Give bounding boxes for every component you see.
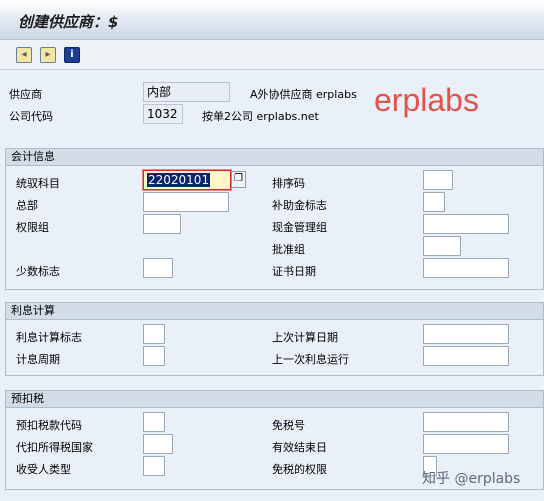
interest-cycle-label: 计息周期 [16,353,60,366]
subsidy-indicator-field[interactable] [423,192,445,212]
sort-key-label: 排序码 [272,177,305,190]
authorization-group-field[interactable] [143,214,181,234]
recipient-type-field[interactable] [143,456,165,476]
footer-watermark: 知乎 @erplabs [422,471,521,487]
withholding-code-field[interactable] [143,412,165,432]
head-office-field[interactable] [143,192,229,212]
minority-indicator-field[interactable] [143,258,173,278]
recon-account-field[interactable]: 22020101 [142,169,232,191]
interest-cycle-field[interactable] [143,346,165,366]
certification-date-field[interactable] [423,258,509,278]
accounting-group-title: 会计信息 [6,149,543,166]
recipient-type-label: 收受人类型 [16,463,71,476]
last-calc-date-field[interactable] [423,324,509,344]
page-title: 创建供应商：$ [18,13,119,31]
watermark-logo: erplabs [374,82,479,118]
company-code-description: 按单2公司 erplabs.net [202,110,319,123]
info-icon[interactable]: i [64,47,80,63]
withholding-code-label: 预扣税款代码 [16,419,82,432]
last-interest-run-field[interactable] [423,346,509,366]
withholding-country-label: 代扣所得税国家 [16,441,93,454]
exemption-authority-label: 免税的权限 [272,463,327,476]
certification-date-label: 证书日期 [272,265,316,278]
authorization-group-label: 权限组 [16,221,49,234]
recon-account-label: 统驭科目 [16,177,60,190]
sort-key-field[interactable] [423,170,453,190]
last-calc-date-label: 上次计算日期 [272,331,338,344]
interest-group-title: 利息计算 [6,303,543,320]
valid-until-label: 有效结束日 [272,441,327,454]
application-toolbar: ◂ ▸ i [0,40,544,70]
value-help-icon[interactable]: ❐ [231,171,246,188]
release-group-label: 批准组 [272,243,305,256]
exemption-number-label: 免税号 [272,419,305,432]
interest-indicator-field[interactable] [143,324,165,344]
last-interest-run-label: 上一次利息运行 [272,353,349,366]
minority-indicator-label: 少数标志 [16,265,60,278]
vendor-description: A外协供应商 erplabs [250,88,357,101]
interest-indicator-label: 利息计算标志 [16,331,82,344]
subsidy-indicator-label: 补助金标志 [272,199,327,212]
title-bar: 创建供应商：$ [0,0,544,40]
head-office-label: 总部 [16,199,38,212]
company-code-field[interactable]: 1032 [143,104,183,124]
withholding-group-title: 预扣税 [6,391,543,408]
company-code-label: 公司代码 [9,110,53,123]
valid-until-field[interactable] [423,434,509,454]
vendor-field[interactable]: 内部 [143,82,230,102]
release-group-field[interactable] [423,236,461,256]
cash-management-group-field[interactable] [423,214,509,234]
previous-icon[interactable]: ◂ [16,47,32,63]
recon-account-value: 22020101 [147,173,211,187]
withholding-country-field[interactable] [143,434,173,454]
exemption-number-field[interactable] [423,412,509,432]
next-icon[interactable]: ▸ [40,47,56,63]
vendor-label: 供应商 [9,88,42,101]
cash-management-group-label: 现金管理组 [272,221,327,234]
